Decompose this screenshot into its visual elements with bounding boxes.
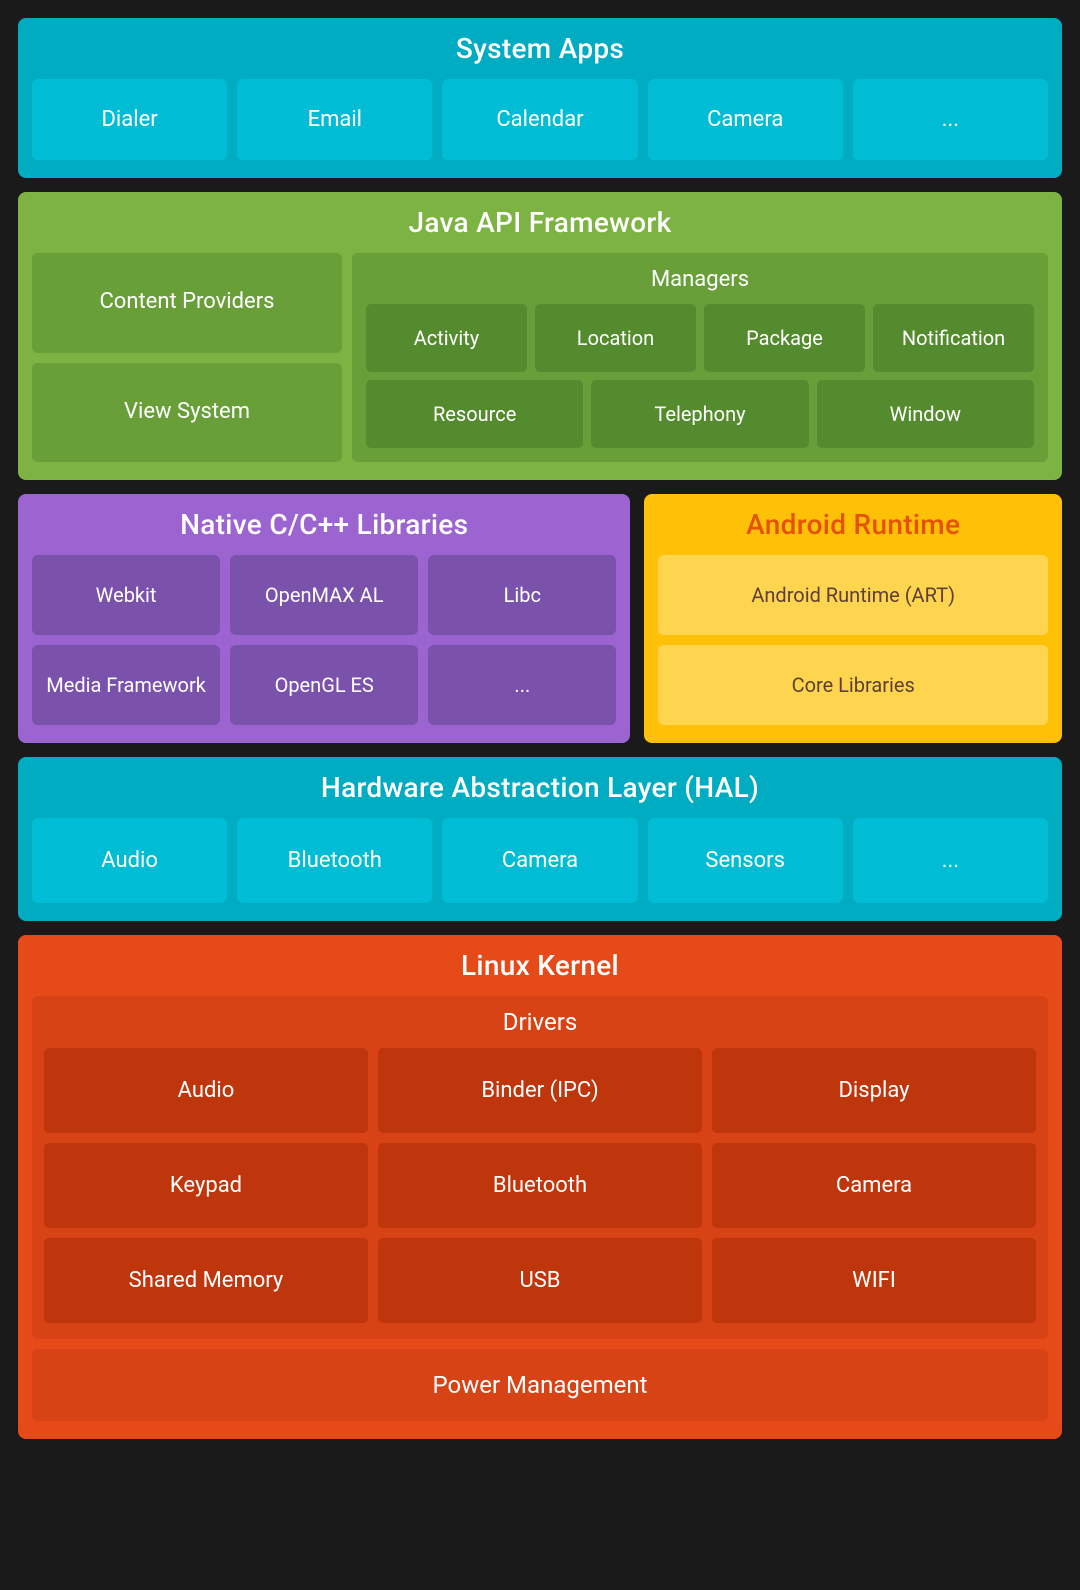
linux-kernel-title: Linux Kernel (32, 949, 1048, 982)
driver-camera: Camera (712, 1143, 1036, 1228)
managers-row-2: Resource Telephony Window (366, 380, 1034, 448)
java-api-left: Content Providers View System (32, 253, 342, 462)
app-camera: Camera (648, 79, 843, 160)
linux-kernel-layer: Linux Kernel Drivers Audio Binder (IPC) … (18, 935, 1062, 1439)
driver-wifi: WIFI (712, 1238, 1036, 1323)
app-dialer: Dialer (32, 79, 227, 160)
system-apps-layer: System Apps Dialer Email Calendar Camera… (18, 18, 1062, 178)
native-grid: Webkit OpenMAX AL Libc Media Framework O… (32, 555, 616, 725)
driver-display: Display (712, 1048, 1036, 1133)
app-email: Email (237, 79, 432, 160)
manager-telephony: Telephony (591, 380, 808, 448)
runtime-grid: Android Runtime (ART) Core Libraries (658, 555, 1048, 725)
runtime-art: Android Runtime (ART) (658, 555, 1048, 635)
native-opengl: OpenGL ES (230, 645, 418, 725)
managers-title: Managers (366, 267, 1034, 292)
runtime-core-libs: Core Libraries (658, 645, 1048, 725)
driver-binder: Binder (IPC) (378, 1048, 702, 1133)
driver-usb: USB (378, 1238, 702, 1323)
native-cpp-title: Native C/C++ Libraries (32, 508, 616, 541)
driver-shared-memory: Shared Memory (44, 1238, 368, 1323)
managers-grid: Activity Location Package Notification R… (366, 304, 1034, 448)
drivers-title: Drivers (44, 1008, 1036, 1036)
drivers-grid: Audio Binder (IPC) Display Keypad Blueto… (44, 1048, 1036, 1323)
power-management-box: Power Management (32, 1349, 1048, 1421)
driver-audio: Audio (44, 1048, 368, 1133)
native-more: ... (428, 645, 616, 725)
driver-keypad: Keypad (44, 1143, 368, 1228)
java-api-inner: Content Providers View System Managers A… (32, 253, 1048, 462)
hal-grid: Audio Bluetooth Camera Sensors ... (32, 818, 1048, 903)
driver-bluetooth: Bluetooth (378, 1143, 702, 1228)
hal-more: ... (853, 818, 1048, 903)
manager-package: Package (704, 304, 865, 372)
hal-title: Hardware Abstraction Layer (HAL) (32, 771, 1048, 804)
manager-window: Window (817, 380, 1034, 448)
android-runtime-title: Android Runtime (658, 508, 1048, 541)
manager-notification: Notification (873, 304, 1034, 372)
content-providers-box: Content Providers (32, 253, 342, 353)
android-runtime-layer: Android Runtime Android Runtime (ART) Co… (644, 494, 1062, 743)
hal-layer: Hardware Abstraction Layer (HAL) Audio B… (18, 757, 1062, 921)
native-webkit: Webkit (32, 555, 220, 635)
app-calendar: Calendar (442, 79, 637, 160)
manager-activity: Activity (366, 304, 527, 372)
hal-sensors: Sensors (648, 818, 843, 903)
system-apps-grid: Dialer Email Calendar Camera ... (32, 79, 1048, 160)
native-openmax: OpenMAX AL (230, 555, 418, 635)
native-runtime-row: Native C/C++ Libraries Webkit OpenMAX AL… (18, 494, 1062, 743)
drivers-section: Drivers Audio Binder (IPC) Display Keypa… (32, 996, 1048, 1339)
app-more: ... (853, 79, 1048, 160)
managers-row-1: Activity Location Package Notification (366, 304, 1034, 372)
java-api-right: Managers Activity Location Package Notif… (352, 253, 1048, 462)
hal-bluetooth: Bluetooth (237, 818, 432, 903)
java-api-layer: Java API Framework Content Providers Vie… (18, 192, 1062, 480)
manager-location: Location (535, 304, 696, 372)
java-api-title: Java API Framework (32, 206, 1048, 239)
manager-resource: Resource (366, 380, 583, 448)
native-cpp-layer: Native C/C++ Libraries Webkit OpenMAX AL… (18, 494, 630, 743)
system-apps-title: System Apps (32, 32, 1048, 65)
native-libc: Libc (428, 555, 616, 635)
view-system-box: View System (32, 363, 342, 463)
native-media: Media Framework (32, 645, 220, 725)
hal-audio: Audio (32, 818, 227, 903)
hal-camera: Camera (442, 818, 637, 903)
